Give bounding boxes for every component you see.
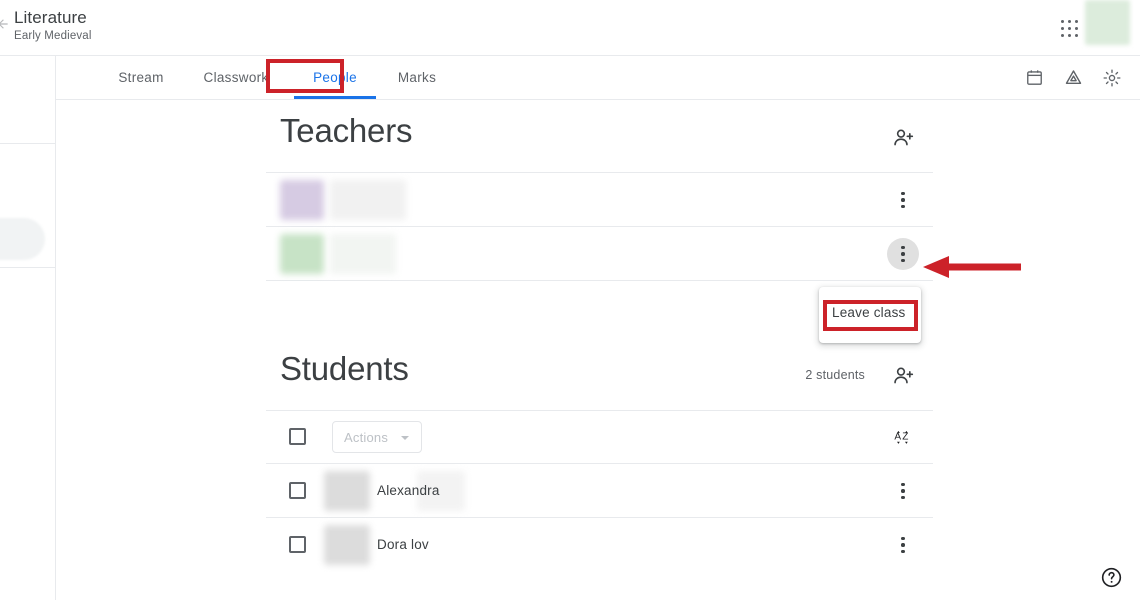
teacher-options-menu: Leave class [819, 287, 921, 343]
avatar [280, 180, 324, 220]
teacher-options-button[interactable] [887, 184, 919, 216]
tab-people-label: People [313, 70, 357, 85]
kebab-dot [901, 543, 905, 547]
students-toolbar: Actions A Z [266, 411, 933, 464]
settings-gear-icon[interactable] [1101, 67, 1123, 89]
main-content: Teachers [56, 100, 1140, 600]
help-circle-icon[interactable] [1098, 564, 1124, 590]
students-section-header: Students 2 students [266, 338, 933, 411]
avatar [280, 234, 324, 274]
sidebar-divider [0, 267, 56, 268]
avatar [324, 471, 370, 511]
teacher-row [266, 227, 933, 281]
tab-bar-actions [1023, 56, 1123, 99]
leave-class-menu-item[interactable]: Leave class [819, 295, 921, 329]
teacher-options-button[interactable] [887, 238, 919, 270]
tab-classwork-label: Classwork [204, 70, 269, 85]
left-sidebar [0, 56, 56, 600]
kebab-dot [901, 205, 905, 209]
apps-dot [1068, 34, 1071, 37]
teachers-heading: Teachers [280, 108, 412, 154]
tab-stream-label: Stream [118, 70, 163, 85]
page-title: Literature [14, 7, 92, 28]
kebab-dot [901, 252, 905, 256]
student-checkbox[interactable] [289, 536, 306, 553]
student-name: Alexandra [377, 464, 440, 517]
invite-student-icon[interactable] [887, 359, 919, 391]
kebab-dot [901, 537, 905, 541]
kebab-dot [901, 259, 905, 263]
apps-dot [1075, 20, 1078, 23]
kebab-dot [901, 198, 905, 202]
teacher-name-redacted [330, 180, 406, 220]
apps-dot [1061, 34, 1064, 37]
apps-dot [1075, 34, 1078, 37]
apps-dot [1068, 20, 1071, 23]
kebab-dot [901, 192, 905, 196]
avatar[interactable] [1085, 0, 1130, 45]
tab-list: Stream Classwork People Marks [56, 56, 456, 99]
apps-grid-icon[interactable] [1055, 14, 1083, 42]
student-checkbox[interactable] [289, 482, 306, 499]
tab-people[interactable]: People [294, 56, 376, 99]
kebab-dot [901, 483, 905, 487]
tab-stream[interactable]: Stream [98, 56, 184, 99]
class-title-block: Literature Early Medieval [14, 7, 92, 44]
invite-teacher-icon[interactable] [887, 121, 919, 153]
class-subtitle: Early Medieval [14, 29, 92, 44]
tab-bar: Stream Classwork People Marks [56, 56, 1140, 100]
student-row[interactable]: Alexandra [266, 464, 933, 518]
kebab-dot [901, 246, 905, 250]
avatar [324, 525, 370, 565]
teacher-row [266, 173, 933, 227]
students-heading: Students [280, 346, 409, 392]
apps-dot [1068, 27, 1071, 30]
student-count: 2 students [805, 368, 865, 382]
tab-marks-label: Marks [398, 70, 436, 85]
teacher-name-redacted [330, 234, 396, 274]
drive-icon[interactable] [1062, 67, 1084, 89]
tab-classwork[interactable]: Classwork [184, 56, 288, 99]
back-arrow-icon[interactable] [0, 17, 10, 31]
actions-dropdown[interactable]: Actions [332, 421, 422, 453]
sidebar-selected-item[interactable] [0, 218, 45, 260]
student-options-button[interactable] [887, 529, 919, 561]
student-name: Dora lov [377, 518, 429, 571]
kebab-dot [901, 550, 905, 554]
calendar-icon[interactable] [1023, 67, 1045, 89]
apps-dot [1061, 27, 1064, 30]
sidebar-divider [0, 143, 56, 144]
apps-dot [1061, 20, 1064, 23]
teachers-section-header: Teachers [266, 100, 933, 173]
tab-marks[interactable]: Marks [378, 56, 456, 99]
top-header: Literature Early Medieval [0, 0, 1140, 56]
student-options-button[interactable] [887, 475, 919, 507]
actions-dropdown-label: Actions [344, 430, 388, 445]
sort-alpha-icon[interactable]: A Z [888, 421, 918, 451]
kebab-dot [901, 496, 905, 500]
student-row[interactable]: Dora lov [266, 518, 933, 571]
apps-dot [1075, 27, 1078, 30]
select-all-checkbox[interactable] [289, 428, 306, 445]
chevron-down-icon [401, 436, 409, 440]
kebab-dot [901, 489, 905, 493]
